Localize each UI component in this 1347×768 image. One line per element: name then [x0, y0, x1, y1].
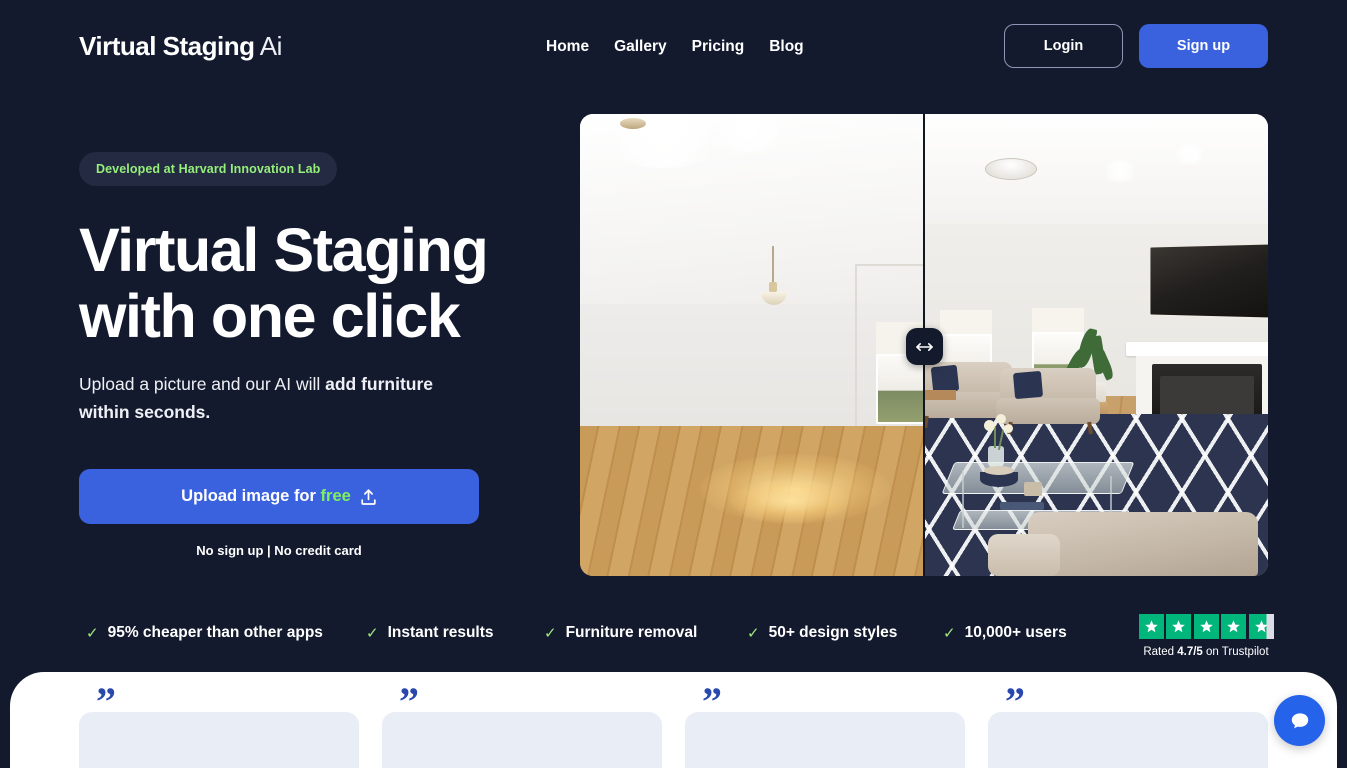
cta-highlight: free	[320, 487, 351, 505]
nav-item-blog[interactable]: Blog	[769, 36, 803, 58]
after-image-pane	[923, 114, 1268, 576]
site-header: Virtual Staging Ai Home Gallery Pricing …	[0, 0, 1347, 92]
hero-copy: Developed at Harvard Innovation Lab Virt…	[79, 152, 559, 558]
brand-name-strong: Virtual Staging	[79, 31, 255, 61]
feature-item-removal: ✓ Furniture removal	[544, 624, 747, 642]
cta-note: No sign up | No credit card	[196, 543, 362, 558]
before-image-pane	[580, 114, 923, 576]
staged-room-image	[923, 114, 1268, 576]
headline-line-2: with one click	[79, 282, 461, 350]
quote-icon: ”	[96, 679, 116, 724]
cta-prefix: Upload image for	[181, 487, 321, 505]
feature-item-users: ✓ 10,000+ users	[943, 624, 1067, 642]
upload-icon	[360, 488, 377, 506]
testimonial-card[interactable]: ”	[988, 682, 1268, 768]
trust-suffix: on Trustpilot	[1202, 646, 1269, 658]
star-icon	[1166, 614, 1191, 639]
check-icon: ✓	[544, 624, 557, 642]
check-icon: ✓	[943, 624, 956, 642]
feature-label: 50+ design styles	[768, 624, 898, 641]
star-icon-partial	[1248, 614, 1274, 639]
feature-label: Furniture removal	[565, 624, 698, 641]
empty-room-image	[580, 114, 923, 576]
feature-label: 95% cheaper than other apps	[107, 624, 323, 641]
harvard-badge: Developed at Harvard Innovation Lab	[79, 152, 338, 186]
testimonial-card[interactable]: ”	[382, 682, 662, 768]
nav-item-home[interactable]: Home	[546, 36, 589, 58]
upload-image-button[interactable]: Upload image for free	[79, 469, 479, 524]
login-button[interactable]: Login	[1004, 24, 1123, 68]
star-icon	[1221, 614, 1246, 639]
main-nav: Home Gallery Pricing Blog	[546, 36, 804, 58]
trust-rating-text: Rated 4.7/5 on Trustpilot	[1133, 646, 1279, 658]
headline-line-1: Virtual Staging	[79, 216, 489, 284]
testimonial-card-list: ” ” ” ”	[79, 682, 1268, 768]
feature-item-styles: ✓ 50+ design styles	[747, 624, 943, 642]
signup-button[interactable]: Sign up	[1139, 24, 1268, 68]
trust-prefix: Rated	[1143, 646, 1178, 658]
quote-icon: ”	[1005, 679, 1025, 724]
page-title: Virtual Staging with one click	[79, 217, 559, 349]
auth-actions: Login Sign up	[1004, 24, 1268, 68]
nav-item-pricing[interactable]: Pricing	[692, 36, 745, 58]
feature-item-instant: ✓ Instant results	[366, 624, 544, 642]
brand-logo[interactable]: Virtual Staging Ai	[79, 31, 282, 62]
check-icon: ✓	[747, 624, 760, 642]
star-rating	[1133, 614, 1279, 639]
feature-label: Instant results	[387, 624, 494, 641]
hero-subtitle: Upload a picture and our AI will add fur…	[79, 370, 471, 426]
brand-name-light: Ai	[259, 31, 283, 61]
chat-bubble-icon[interactable]	[1274, 695, 1325, 746]
quote-icon: ”	[399, 679, 419, 724]
feature-label: 10,000+ users	[964, 624, 1067, 641]
trust-score: 4.7/5	[1177, 646, 1203, 658]
feature-item-cheaper: ✓ 95% cheaper than other apps	[86, 624, 366, 642]
cta-label: Upload image for free	[181, 487, 351, 506]
testimonial-card[interactable]: ”	[685, 682, 965, 768]
star-icon	[1193, 614, 1219, 639]
quote-icon: ”	[702, 679, 722, 724]
testimonial-card[interactable]: ”	[79, 682, 359, 768]
left-right-arrow-icon[interactable]	[906, 328, 943, 365]
trustpilot-widget[interactable]: Rated 4.7/5 on Trustpilot	[1133, 614, 1279, 658]
feature-strip: ✓ 95% cheaper than other apps ✓ Instant …	[86, 624, 1067, 642]
subtitle-prefix: Upload a picture and our AI will	[79, 374, 326, 394]
check-icon: ✓	[366, 624, 379, 642]
nav-item-gallery[interactable]: Gallery	[614, 36, 667, 58]
star-icon	[1138, 614, 1164, 639]
check-icon: ✓	[86, 624, 99, 642]
landing-page: Virtual Staging Ai Home Gallery Pricing …	[0, 0, 1347, 768]
